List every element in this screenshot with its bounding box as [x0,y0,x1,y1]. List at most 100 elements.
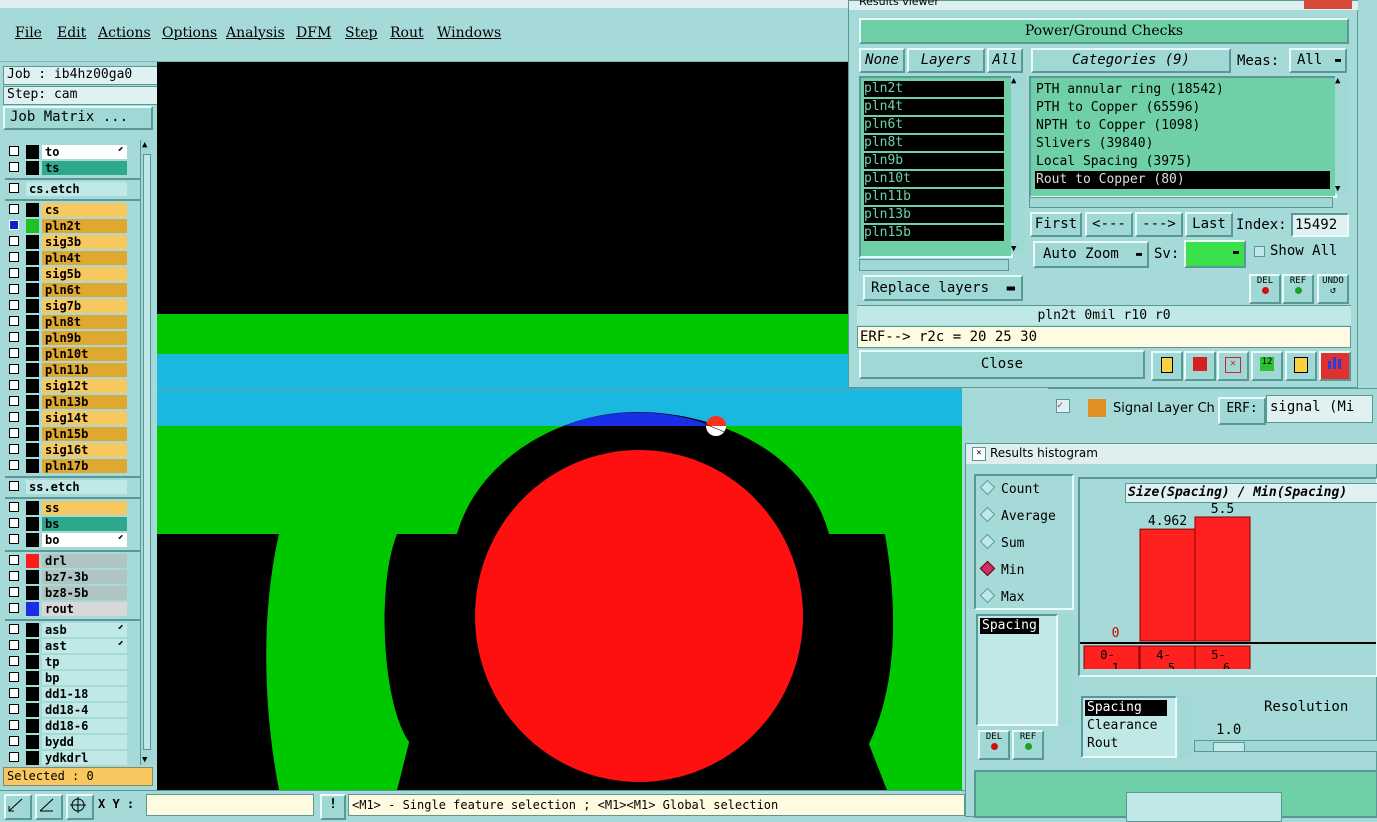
category-item[interactable]: Slivers (39840) [1035,135,1330,153]
layer-display-color[interactable] [26,602,39,616]
layer-checkbox[interactable] [9,252,19,262]
resolution-slider[interactable] [1194,740,1377,752]
aggregate-option-max[interactable]: Max [979,587,1024,605]
layer-checkbox[interactable] [9,672,19,682]
menu-edit[interactable]: Edit [57,25,86,41]
layer-row-cs[interactable]: cs [5,202,127,218]
layer-row-sig14t[interactable]: sig14t [5,410,127,426]
layer-row-sig7b[interactable]: sig7b [5,298,127,314]
layer-display-color[interactable] [26,517,39,531]
field-list-scrollbar[interactable] [1179,696,1191,758]
layer-row-sig16t[interactable]: sig16t [5,442,127,458]
layer-row-pln13b[interactable]: pln13b [5,394,127,410]
scroll-up-icon[interactable]: ▲ [1335,76,1349,86]
layer-name[interactable]: sig3b [42,235,127,249]
layer-row-to[interactable]: to ⬋ [5,144,127,160]
layer-name[interactable]: ss.etch [26,480,127,494]
job-matrix-button[interactable]: Job Matrix ... [3,106,153,130]
window-close-button[interactable] [1304,0,1352,9]
layers-listbox[interactable]: pln2t pln4t pln6t pln8t pln9b pln10t pln11b pln… [859,76,1013,258]
radio-icon[interactable] [979,560,996,577]
layer-checkbox[interactable] [9,736,19,746]
measure-icon[interactable] [35,794,63,820]
menu-analysis[interactable]: Analysis [226,25,285,41]
layer-row-rout[interactable]: rout [5,601,127,617]
layer-row-ast[interactable]: ast ⬋ [5,638,127,654]
layer-checkbox[interactable] [9,603,19,613]
layer-display-color[interactable] [26,315,39,329]
layer-row-bp[interactable]: bp [5,670,127,686]
rv-layer-item[interactable]: pln13b [864,207,1004,223]
menu-actions[interactable]: Actions [98,25,151,41]
layer-row-sig3b[interactable]: sig3b [5,234,127,250]
layer-name[interactable]: bydd [42,735,127,749]
scroll-down-icon[interactable]: ▼ [1011,244,1016,254]
category-item[interactable]: NPTH to Copper (1098) [1035,117,1330,135]
layer-name[interactable]: cs.etch [26,182,127,196]
layer-list-scrollbar[interactable]: ▲ ▼ [140,140,153,765]
layer-name[interactable]: pln2t [42,219,127,233]
layer-checkbox[interactable] [9,640,19,650]
layer-checkbox[interactable] [9,704,19,714]
graphic-canvas[interactable] [157,62,962,790]
layer-checkbox[interactable] [9,412,19,422]
layer-checkbox[interactable] [9,268,19,278]
layer-display-color[interactable] [26,703,39,717]
layers-scrollbar[interactable]: ▲ ▼ [1011,76,1025,254]
categories-scrollbar[interactable]: ▲ ▼ [1335,76,1349,194]
layer-checkbox[interactable] [9,571,19,581]
layer-row-cs.etch[interactable]: cs.etch [5,181,127,197]
layer-row-ts[interactable]: ts [5,160,127,176]
layer-display-color[interactable] [26,395,39,409]
layer-display-color[interactable] [26,145,39,159]
snap-grid-icon[interactable] [66,794,94,820]
layer-row-pln4t[interactable]: pln4t [5,250,127,266]
layer-display-color[interactable] [26,251,39,265]
layer-checkbox[interactable] [9,444,19,454]
layer-name[interactable]: sig5b [42,267,127,281]
menu-rout[interactable]: Rout [390,25,424,41]
layer-checkbox[interactable] [9,332,19,342]
layer-name[interactable]: bs [42,517,127,531]
layer-row-pln17b[interactable]: pln17b [5,458,127,474]
layer-name[interactable]: to [42,145,127,159]
layer-display-color[interactable] [26,655,39,669]
layer-name[interactable]: pln8t [42,315,127,329]
scroll-up-icon[interactable]: ▲ [142,140,147,150]
report-icon[interactable] [1151,351,1183,381]
layer-display-color[interactable] [26,299,39,313]
layer-checkbox[interactable] [9,720,19,730]
close-button[interactable]: Close [859,350,1145,379]
layer-name[interactable]: pln6t [42,283,127,297]
layer-display-color[interactable] [26,347,39,361]
layer-name[interactable]: pln17b [42,459,127,473]
layer-checkbox[interactable] [9,364,19,374]
histogram-bar[interactable] [1139,528,1196,642]
measure-list[interactable]: Spacing [976,614,1058,726]
layer-checkbox[interactable] [9,162,19,172]
layer-display-color[interactable] [26,554,39,568]
layer-name[interactable]: bz8-5b [42,586,127,600]
rv-layer-item[interactable]: pln4t [864,99,1004,115]
layer-display-color[interactable] [26,735,39,749]
layer-row-ss[interactable]: ss [5,500,127,516]
layer-name[interactable]: ydkdrl [42,751,127,765]
layer-display-color[interactable] [26,443,39,457]
index-input[interactable]: 15492 [1291,213,1349,237]
layer-row-dd1-18[interactable]: dd1-18 [5,686,127,702]
meas-dropdown[interactable]: All ▬ [1289,48,1347,73]
layer-row-drl[interactable]: drl [5,553,127,569]
layer-checkbox[interactable] [9,220,19,230]
layer-name[interactable]: sig16t [42,443,127,457]
layer-display-color[interactable] [26,671,39,685]
layer-checkbox[interactable] [9,555,19,565]
layer-name[interactable]: dd18-4 [42,703,127,717]
categories-listbox[interactable]: PTH annular ring (18542) PTH to Copper (6… [1029,76,1337,198]
layer-display-color[interactable] [26,687,39,701]
first-button[interactable]: First [1030,212,1082,237]
scroll-thumb[interactable] [143,154,151,750]
aggregate-option-sum[interactable]: Sum [979,533,1024,551]
layer-display-color[interactable] [26,331,39,345]
erf-button[interactable]: ERF: [1218,397,1266,425]
layer-row-pln9b[interactable]: pln9b [5,330,127,346]
